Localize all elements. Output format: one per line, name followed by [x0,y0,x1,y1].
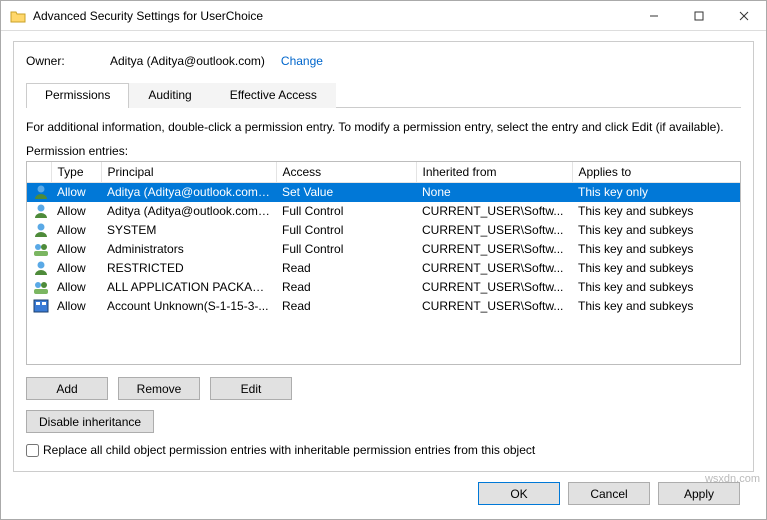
column-icon[interactable] [27,162,51,183]
tab-permissions[interactable]: Permissions [26,83,129,108]
cell-principal: RESTRICTED [101,259,276,278]
ok-button[interactable]: OK [478,482,560,505]
remove-button[interactable]: Remove [118,377,200,400]
cell-type: Allow [51,240,101,259]
change-owner-link[interactable]: Change [281,54,323,68]
cell-access: Full Control [276,221,416,240]
table-row[interactable]: AllowAditya (Aditya@outlook.com) ..Set V… [27,183,740,203]
cell-applies: This key and subkeys [572,278,740,297]
cell-type: Allow [51,297,101,316]
column-principal[interactable]: Principal [101,162,276,183]
titlebar: Advanced Security Settings for UserChoic… [1,1,766,31]
edit-button[interactable]: Edit [210,377,292,400]
column-access[interactable]: Access [276,162,416,183]
cell-access: Full Control [276,202,416,221]
cancel-button[interactable]: Cancel [568,482,650,505]
cell-principal: ALL APPLICATION PACKAGES [101,278,276,297]
table-row[interactable]: AllowALL APPLICATION PACKAGESReadCURRENT… [27,278,740,297]
cell-access: Read [276,297,416,316]
column-inherited-from[interactable]: Inherited from [416,162,572,183]
cell-principal: Administrators [101,240,276,259]
column-type[interactable]: Type [51,162,101,183]
table-row[interactable]: AllowAdministratorsFull ControlCURRENT_U… [27,240,740,259]
cell-access: Read [276,259,416,278]
window-buttons [631,1,766,30]
principal-icon [33,260,49,276]
cell-applies: This key and subkeys [572,297,740,316]
cell-access: Read [276,278,416,297]
table-row[interactable]: AllowRESTRICTEDReadCURRENT_USER\Softw...… [27,259,740,278]
info-text: For additional information, double-click… [26,120,741,134]
cell-access: Set Value [276,183,416,203]
cell-type: Allow [51,202,101,221]
cell-type: Allow [51,221,101,240]
cell-inherited: CURRENT_USER\Softw... [416,278,572,297]
table-row[interactable]: AllowAditya (Aditya@outlook.com)...Full … [27,202,740,221]
cell-principal: Account Unknown(S-1-15-3-... [101,297,276,316]
cell-applies: This key and subkeys [572,240,740,259]
owner-label: Owner: [26,54,106,68]
close-button[interactable] [721,1,766,30]
cell-inherited: CURRENT_USER\Softw... [416,240,572,259]
owner-value: Aditya (Aditya@outlook.com) [110,54,265,68]
folder-icon [10,9,26,23]
minimize-button[interactable] [631,1,676,30]
replace-children-label: Replace all child object permission entr… [43,443,535,457]
permissions-table: Type Principal Access Inherited from App… [26,161,741,365]
owner-row: Owner: Aditya (Aditya@outlook.com) Chang… [26,54,741,68]
add-button[interactable]: Add [26,377,108,400]
principal-icon [33,184,49,200]
watermark: wsxdn.com [705,473,760,485]
apply-button[interactable]: Apply [658,482,740,505]
table-row[interactable]: AllowAccount Unknown(S-1-15-3-...ReadCUR… [27,297,740,316]
cell-applies: This key and subkeys [572,259,740,278]
entries-label: Permission entries: [26,144,741,158]
cell-inherited: CURRENT_USER\Softw... [416,297,572,316]
advanced-security-window: Advanced Security Settings for UserChoic… [0,0,767,520]
principal-icon [33,203,49,219]
table-header: Type Principal Access Inherited from App… [27,162,740,183]
cell-access: Full Control [276,240,416,259]
principal-icon [33,279,49,295]
cell-principal: Aditya (Aditya@outlook.com)... [101,202,276,221]
column-applies-to[interactable]: Applies to [572,162,740,183]
maximize-button[interactable] [676,1,721,30]
principal-icon [33,222,49,238]
cell-type: Allow [51,278,101,297]
replace-children-checkbox[interactable]: Replace all child object permission entr… [26,443,741,457]
cell-type: Allow [51,183,101,203]
cell-applies: This key only [572,183,740,203]
principal-icon [33,241,49,257]
table-row[interactable]: AllowSYSTEMFull ControlCURRENT_USER\Soft… [27,221,740,240]
tabs: Permissions Auditing Effective Access [26,82,741,108]
window-title: Advanced Security Settings for UserChoic… [33,9,631,23]
tab-auditing[interactable]: Auditing [129,83,210,108]
cell-inherited: CURRENT_USER\Softw... [416,221,572,240]
disable-inheritance-button[interactable]: Disable inheritance [26,410,154,433]
principal-icon [33,298,49,314]
tab-effective-access[interactable]: Effective Access [211,83,336,108]
cell-applies: This key and subkeys [572,221,740,240]
cell-principal: SYSTEM [101,221,276,240]
cell-inherited: CURRENT_USER\Softw... [416,202,572,221]
cell-inherited: None [416,183,572,203]
cell-type: Allow [51,259,101,278]
replace-children-input[interactable] [26,444,39,457]
main-panel: Owner: Aditya (Aditya@outlook.com) Chang… [13,41,754,472]
cell-inherited: CURRENT_USER\Softw... [416,259,572,278]
cell-principal: Aditya (Aditya@outlook.com) .. [101,183,276,203]
dialog-footer: OK Cancel Apply [13,472,754,507]
cell-applies: This key and subkeys [572,202,740,221]
